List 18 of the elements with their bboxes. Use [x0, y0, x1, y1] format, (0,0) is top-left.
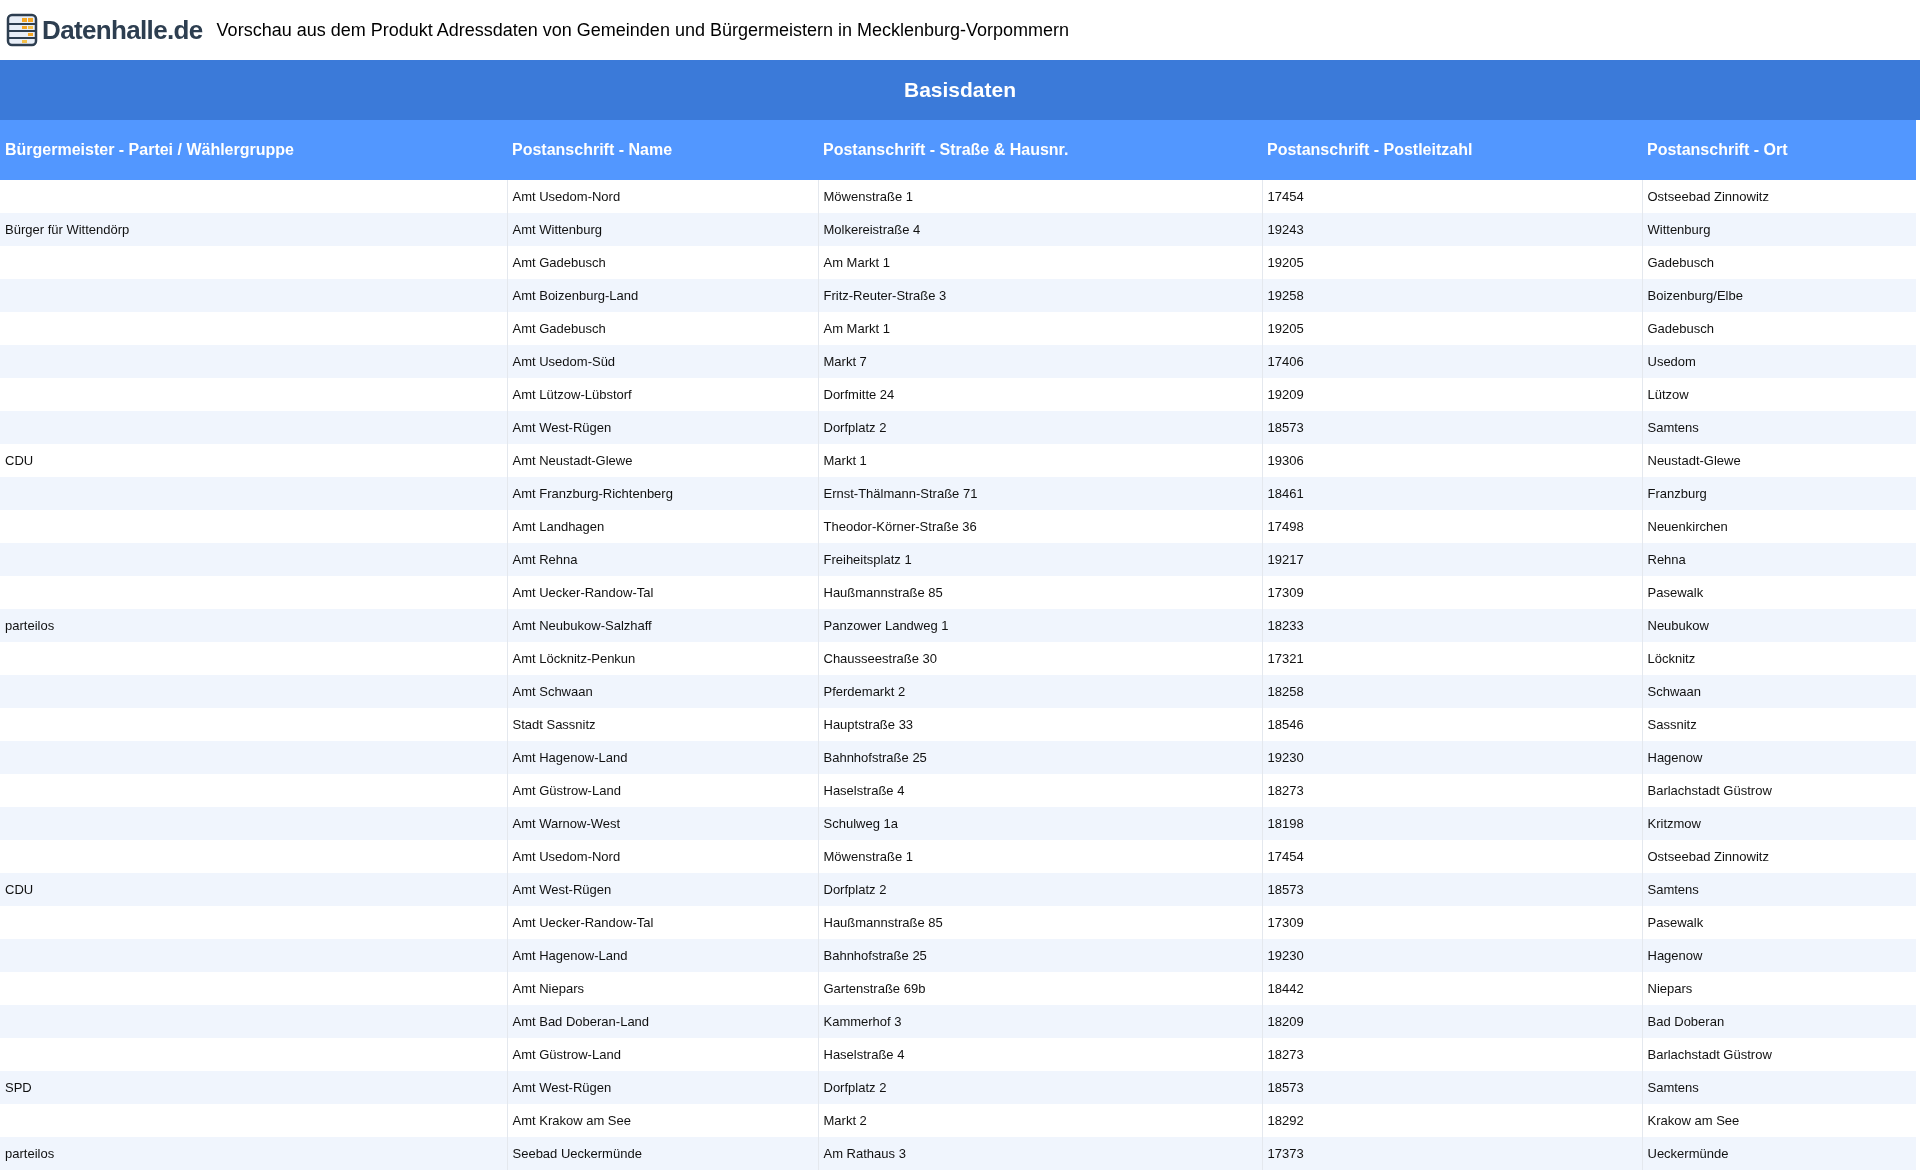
- table-cell: CDU: [0, 873, 507, 906]
- table-cell: Seebad Ueckermünde: [507, 1137, 818, 1170]
- column-header[interactable]: Bürgermeister - Partei / Wählergruppe: [0, 120, 507, 180]
- page-title: Vorschau aus dem Produkt Adressdaten von Gemeinden und Bürgermeistern in Mecklenburg-Vorpommern: [216, 18, 1070, 42]
- column-header[interactable]: Postanschrift - Ort: [1642, 120, 1916, 180]
- table-cell: 17373: [1262, 1137, 1642, 1170]
- table-cell: CDU: [0, 444, 507, 477]
- table-cell: parteilos: [0, 1137, 507, 1170]
- table-cell: SPD: [0, 1071, 507, 1104]
- column-header[interactable]: Postanschrift - Postleitzahl: [1262, 120, 1642, 180]
- table-cell: Am Rathaus 3: [818, 1137, 1262, 1170]
- section-header: Basisdaten: [0, 60, 1920, 120]
- table-cell: Ueckermünde: [1642, 1137, 1916, 1170]
- column-header[interactable]: Postanschrift - Name: [507, 120, 818, 180]
- column-header[interactable]: Postanschrift - Straße & Hausnr.: [818, 120, 1262, 180]
- logo-icon: [6, 13, 38, 47]
- table-cell: parteilos: [0, 609, 507, 642]
- logo-text[interactable]: Datenhalle.de: [42, 10, 203, 50]
